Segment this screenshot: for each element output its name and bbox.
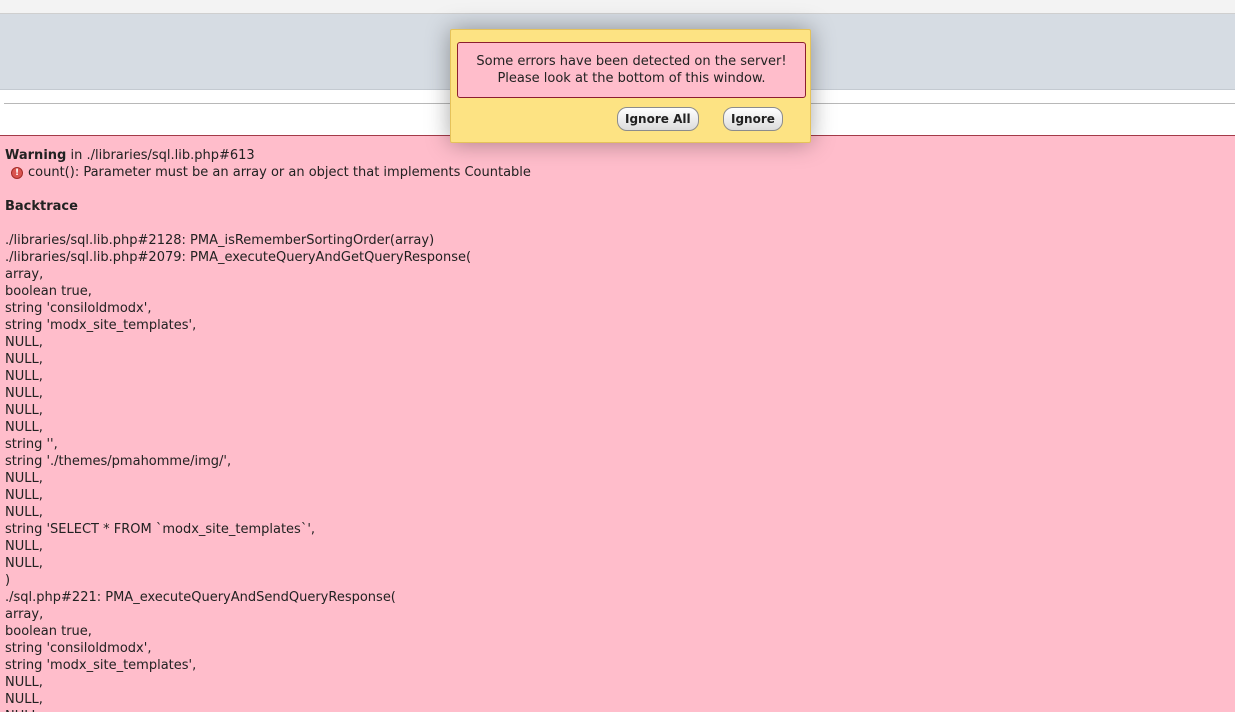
backtrace-line: string 'consiloldmodx', bbox=[5, 641, 152, 656]
error-panel: Warning in ./libraries/sql.lib.php#613 !… bbox=[0, 135, 1235, 712]
backtrace-line: NULL, bbox=[5, 539, 43, 554]
backtrace-line: string 'consiloldmodx', bbox=[5, 301, 152, 316]
backtrace-line: NULL, bbox=[5, 488, 43, 503]
backtrace-line: ./sql.php#221: PMA_executeQueryAndSendQu… bbox=[5, 590, 396, 605]
backtrace-list: ./libraries/sql.lib.php#2128: PMA_isReme… bbox=[5, 232, 1230, 712]
warning-label: Warning bbox=[5, 148, 67, 163]
error-notification-dialog: Some errors have been detected on the se… bbox=[450, 29, 811, 143]
dialog-message-line-1: Some errors have been detected on the se… bbox=[476, 54, 787, 69]
backtrace-line: array, bbox=[5, 607, 44, 622]
backtrace-line: NULL, bbox=[5, 335, 43, 350]
warning-location: in ./libraries/sql.lib.php#613 bbox=[66, 148, 255, 163]
error-message-line: ! count(): Parameter must be an array or… bbox=[5, 164, 1230, 181]
backtrace-line: NULL, bbox=[5, 420, 43, 435]
backtrace-line: string 'SELECT * FROM `modx_site_templat… bbox=[5, 522, 316, 537]
dialog-message: Some errors have been detected on the se… bbox=[457, 42, 806, 98]
backtrace-line: NULL, bbox=[5, 386, 43, 401]
backtrace-line: NULL, bbox=[5, 403, 43, 418]
backtrace-line: NULL, bbox=[5, 352, 43, 367]
backtrace-line: string 'modx_site_templates', bbox=[5, 318, 197, 333]
backtrace-heading: Backtrace bbox=[5, 199, 78, 214]
backtrace-line: ./libraries/sql.lib.php#2079: PMA_execut… bbox=[5, 250, 472, 265]
backtrace-line: string '', bbox=[5, 437, 58, 452]
warning-heading: Warning in ./libraries/sql.lib.php#613 bbox=[5, 147, 1230, 164]
backtrace-line: ./libraries/sql.lib.php#2128: PMA_isReme… bbox=[5, 233, 435, 248]
backtrace-line: string 'modx_site_templates', bbox=[5, 658, 197, 673]
top-bar bbox=[0, 0, 1235, 14]
backtrace-line: NULL, bbox=[5, 471, 43, 486]
backtrace-line: string './themes/pmahomme/img/', bbox=[5, 454, 232, 469]
error-message: count(): Parameter must be an array or a… bbox=[28, 165, 531, 180]
ignore-all-button[interactable]: Ignore All bbox=[617, 107, 699, 131]
dialog-message-line-2: Please look at the bottom of this window… bbox=[497, 71, 766, 86]
backtrace-line: array, bbox=[5, 267, 44, 282]
backtrace-line: NULL, bbox=[5, 708, 1230, 712]
backtrace-line: NULL, bbox=[5, 505, 43, 520]
backtrace-line: NULL, bbox=[5, 675, 43, 690]
backtrace-line: NULL, bbox=[5, 369, 43, 384]
backtrace-line: boolean true, bbox=[5, 624, 92, 639]
backtrace-line: ) bbox=[5, 573, 11, 588]
backtrace-line: boolean true, bbox=[5, 284, 92, 299]
ignore-button[interactable]: Ignore bbox=[723, 107, 783, 131]
backtrace-line: NULL, bbox=[5, 556, 43, 571]
error-icon: ! bbox=[11, 166, 23, 179]
backtrace-line: NULL, bbox=[5, 692, 43, 707]
